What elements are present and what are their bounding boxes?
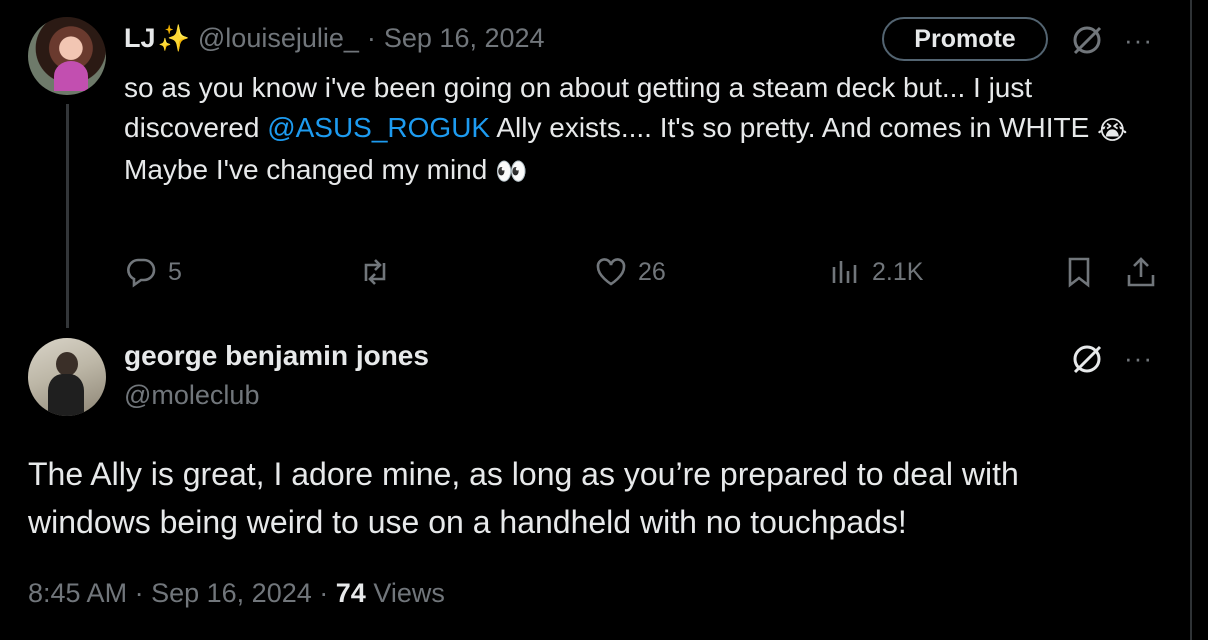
bookmark-button[interactable] [1062,252,1106,292]
retweet-icon [364,259,386,285]
views-label: Views [373,578,445,608]
like-count: 26 [638,257,666,286]
separator: · [134,578,144,608]
tweet-text-part: Ally exists.... It's so pretty. And come… [490,112,1098,143]
reply-icon [127,258,156,288]
like-button[interactable]: 26 [594,252,666,292]
views-icon [832,261,857,283]
crying-emoji: 😭 [1097,114,1128,145]
tweet1-header: LJ ✨ @louisejulie_ · Sep 16, 2024 [124,20,545,56]
views-button[interactable]: 2.1K [828,252,923,292]
avatar-moleclub[interactable] [28,338,106,416]
column-border [1190,0,1192,640]
reply-button[interactable]: 5 [124,252,182,292]
views-count: 2.1K [872,257,924,286]
display-name[interactable]: LJ [124,23,156,54]
bookmark-icon [1068,257,1090,288]
thread-line [66,104,69,328]
separator: · [319,578,329,608]
grok-icon[interactable] [1070,23,1104,57]
promote-button[interactable]: Promote [882,17,1048,61]
display-name[interactable]: george benjamin jones [124,340,429,372]
views-count: 74 [335,578,366,608]
tweet-date[interactable]: Sep 16, 2024 [151,578,312,608]
like-icon [596,258,626,286]
handle[interactable]: @louisejulie_ [198,23,359,54]
more-icon[interactable]: ··· [1124,345,1153,371]
tweet-date[interactable]: Sep 16, 2024 [384,23,545,54]
share-icon [1127,257,1155,287]
separator: · [366,22,376,53]
sparkles-emoji: ✨ [157,22,190,53]
more-icon[interactable]: ··· [1124,27,1153,53]
reply-count: 5 [168,257,182,286]
tweet1-text: so as you know i've been going on about … [124,68,1164,191]
avatar-louisejulie[interactable] [28,17,106,95]
tweet-meta: 8:45 AM · Sep 16, 2024 · 74 Views [28,578,445,609]
handle[interactable]: @moleclub [124,380,259,411]
mention-link[interactable]: @ASUS_ROGUK [267,112,490,143]
share-button[interactable] [1124,252,1168,292]
tweet-text-part: Maybe I've changed my mind [124,153,496,185]
tweet2-text: The Ally is great, I adore mine, as long… [28,456,1019,540]
eyes-emoji: 👀 [495,156,528,187]
retweet-button[interactable] [358,252,402,292]
tweet-time[interactable]: 8:45 AM [28,578,127,608]
grok-icon[interactable] [1070,342,1104,376]
